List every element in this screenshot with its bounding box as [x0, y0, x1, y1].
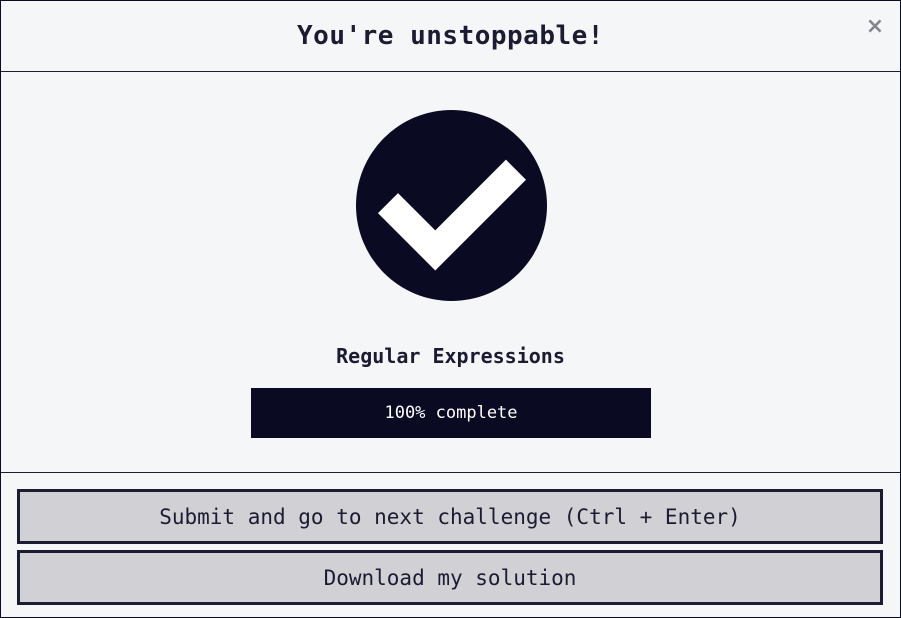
close-icon: ×: [865, 13, 885, 39]
modal-body: Regular Expressions 100% complete: [1, 72, 900, 473]
modal-footer: Submit and go to next challenge (Ctrl + …: [1, 473, 900, 605]
completion-modal: You're unstoppable! × Regular Expression…: [0, 0, 901, 618]
submit-next-challenge-button[interactable]: Submit and go to next challenge (Ctrl + …: [17, 489, 883, 544]
modal-title: You're unstoppable!: [297, 21, 604, 51]
check-circle-icon: [356, 110, 547, 301]
modal-header: You're unstoppable! ×: [1, 1, 900, 72]
close-button[interactable]: ×: [864, 13, 886, 39]
block-title: Regular Expressions: [336, 344, 565, 368]
progress-label: 100% complete: [384, 403, 518, 423]
progress-bar: 100% complete: [251, 388, 651, 438]
download-solution-button[interactable]: Download my solution: [17, 550, 883, 605]
